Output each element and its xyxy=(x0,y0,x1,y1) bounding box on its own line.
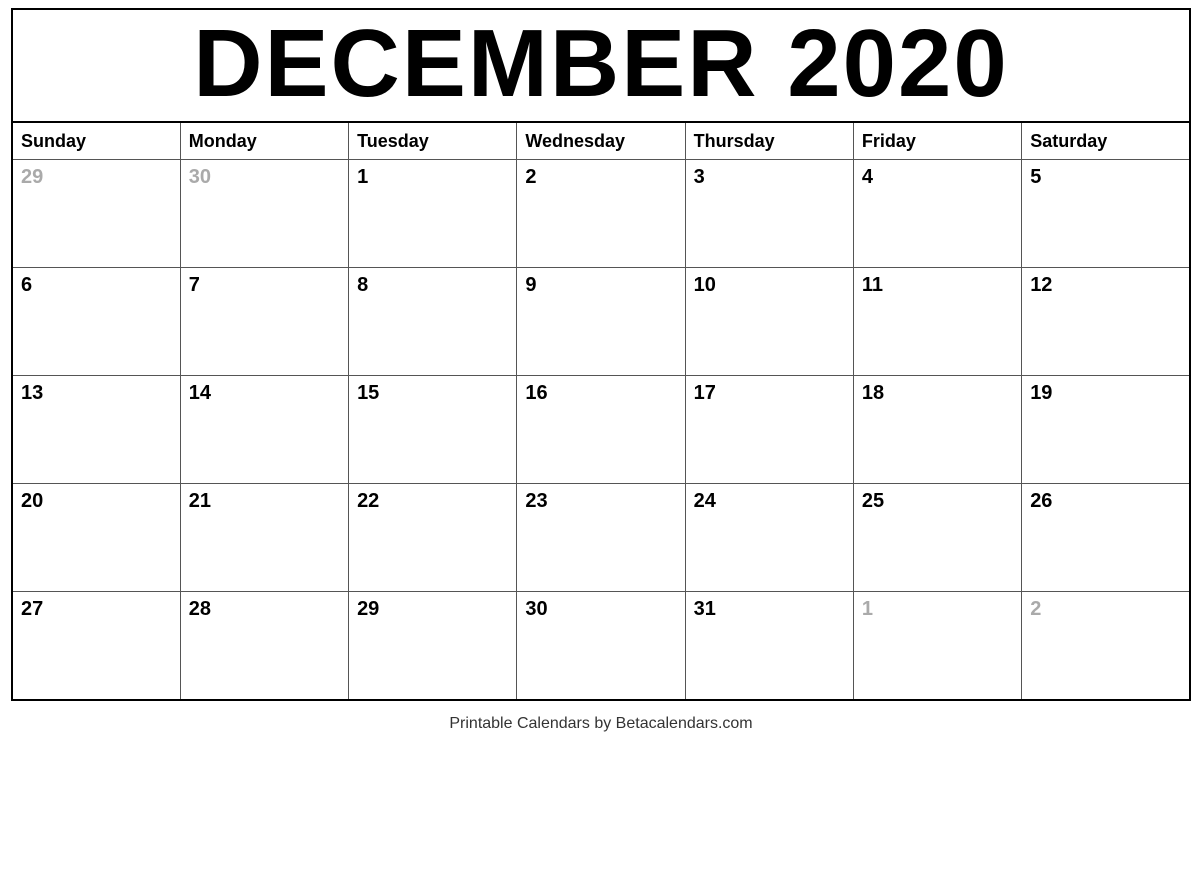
calendar-cell[interactable]: 19 xyxy=(1022,376,1190,484)
day-header-tuesday: Tuesday xyxy=(349,122,517,160)
calendar-cell[interactable]: 14 xyxy=(180,376,348,484)
calendar-cell[interactable]: 30 xyxy=(180,160,348,268)
calendar-cell[interactable]: 7 xyxy=(180,268,348,376)
week-row-1: 6789101112 xyxy=(12,268,1190,376)
day-header-friday: Friday xyxy=(853,122,1021,160)
calendar-cell[interactable]: 10 xyxy=(685,268,853,376)
calendar-cell[interactable]: 6 xyxy=(12,268,180,376)
week-row-3: 20212223242526 xyxy=(12,484,1190,592)
calendar-cell[interactable]: 15 xyxy=(349,376,517,484)
calendar-body: 2930123456789101112131415161718192021222… xyxy=(12,160,1190,700)
calendar-container: DECEMBER 2020 SundayMondayTuesdayWednesd… xyxy=(11,8,1191,701)
day-header-thursday: Thursday xyxy=(685,122,853,160)
calendar-cell[interactable]: 31 xyxy=(685,592,853,700)
calendar-cell[interactable]: 3 xyxy=(685,160,853,268)
day-header-monday: Monday xyxy=(180,122,348,160)
calendar-cell[interactable]: 2 xyxy=(517,160,685,268)
calendar-cell[interactable]: 26 xyxy=(1022,484,1190,592)
day-header-saturday: Saturday xyxy=(1022,122,1190,160)
calendar-cell[interactable]: 20 xyxy=(12,484,180,592)
calendar-cell[interactable]: 4 xyxy=(853,160,1021,268)
calendar-cell[interactable]: 16 xyxy=(517,376,685,484)
calendar-cell[interactable]: 25 xyxy=(853,484,1021,592)
calendar-cell[interactable]: 5 xyxy=(1022,160,1190,268)
calendar-cell[interactable]: 29 xyxy=(12,160,180,268)
week-row-0: 293012345 xyxy=(12,160,1190,268)
week-row-4: 272829303112 xyxy=(12,592,1190,700)
day-header-row: SundayMondayTuesdayWednesdayThursdayFrid… xyxy=(12,122,1190,160)
day-header-sunday: Sunday xyxy=(12,122,180,160)
calendar-cell[interactable]: 23 xyxy=(517,484,685,592)
calendar-cell[interactable]: 2 xyxy=(1022,592,1190,700)
calendar-table: SundayMondayTuesdayWednesdayThursdayFrid… xyxy=(11,121,1191,701)
calendar-cell[interactable]: 29 xyxy=(349,592,517,700)
calendar-cell[interactable]: 22 xyxy=(349,484,517,592)
calendar-cell[interactable]: 12 xyxy=(1022,268,1190,376)
calendar-title: DECEMBER 2020 xyxy=(11,8,1191,121)
calendar-cell[interactable]: 21 xyxy=(180,484,348,592)
week-row-2: 13141516171819 xyxy=(12,376,1190,484)
calendar-cell[interactable]: 18 xyxy=(853,376,1021,484)
calendar-cell[interactable]: 9 xyxy=(517,268,685,376)
day-header-wednesday: Wednesday xyxy=(517,122,685,160)
calendar-cell[interactable]: 30 xyxy=(517,592,685,700)
calendar-cell[interactable]: 13 xyxy=(12,376,180,484)
calendar-cell[interactable]: 28 xyxy=(180,592,348,700)
calendar-cell[interactable]: 1 xyxy=(349,160,517,268)
calendar-cell[interactable]: 8 xyxy=(349,268,517,376)
calendar-cell[interactable]: 17 xyxy=(685,376,853,484)
calendar-cell[interactable]: 1 xyxy=(853,592,1021,700)
calendar-cell[interactable]: 11 xyxy=(853,268,1021,376)
footer-text: Printable Calendars by Betacalendars.com xyxy=(449,711,752,737)
calendar-cell[interactable]: 27 xyxy=(12,592,180,700)
calendar-cell[interactable]: 24 xyxy=(685,484,853,592)
